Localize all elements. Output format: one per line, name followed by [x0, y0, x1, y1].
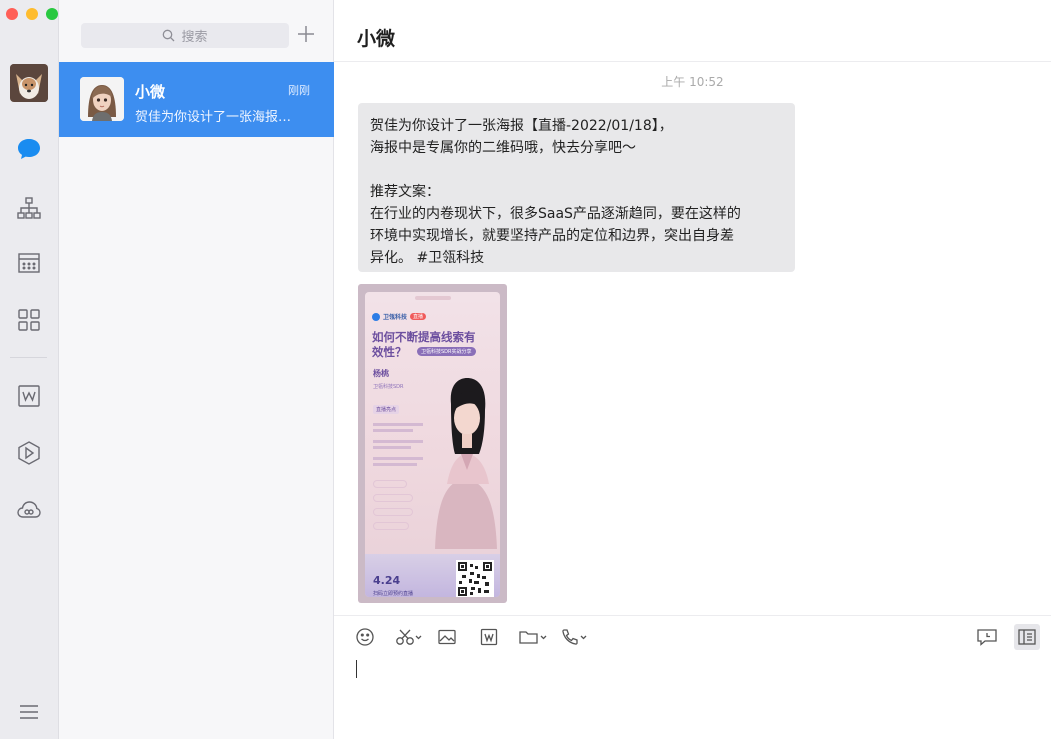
- side-panel-icon: [1018, 629, 1036, 645]
- rail-divider: [10, 357, 47, 358]
- phone-icon: [562, 629, 587, 645]
- message-line: 在行业的内卷现状下，很多SaaS产品逐渐趋同，要在这样的: [370, 206, 741, 222]
- apps-grid-icon[interactable]: [16, 307, 42, 333]
- message-timestamp: 上午 10:52: [661, 75, 724, 89]
- left-rail: [0, 0, 59, 739]
- message-line: 海报中是专属你的二维码哦，快去分享吧～: [370, 140, 636, 156]
- side-panel-button[interactable]: [1014, 624, 1040, 650]
- text-input-caret[interactable]: [356, 660, 357, 678]
- org-chart-icon[interactable]: [16, 195, 42, 221]
- poster-speaker-title: 卫瓴科技SDR: [373, 384, 404, 390]
- folder-icon: [519, 631, 547, 644]
- screenshot-button[interactable]: [395, 626, 423, 648]
- chat-title: 小微: [357, 28, 396, 50]
- brand-logo-icon: [372, 312, 380, 321]
- calendar-icon[interactable]: [16, 250, 42, 276]
- document-w-icon[interactable]: [16, 383, 42, 409]
- search-input[interactable]: 搜索: [81, 23, 289, 48]
- history-icon: [977, 629, 997, 646]
- contact-avatar: [80, 77, 124, 121]
- image-icon: [438, 629, 456, 645]
- message-line: 异化。 #卫瓴科技: [370, 250, 485, 266]
- poster-bullets: [373, 420, 423, 536]
- conversation-preview: 贺佳为你设计了一张海报…: [135, 110, 292, 125]
- poster-section: 直播亮点: [373, 405, 400, 414]
- chat-pane: 小微 上午 10:52 贺佳为你设计了一张海报【直播-2022/01/18】， …: [334, 0, 1051, 739]
- chat-history-button[interactable]: [976, 626, 998, 648]
- composer: [334, 615, 1051, 739]
- poster-subtitle: 卫瓴科技SDR实战分享: [417, 347, 476, 356]
- conversation-list: 搜索 小微 刚刚 贺佳为你设计了一张海报…: [59, 0, 334, 739]
- poster-headline-1: 如何不断提高线索有: [372, 330, 476, 344]
- emoji-icon: [356, 628, 374, 646]
- close-window-button[interactable]: [6, 8, 18, 20]
- conversation-item[interactable]: 小微 刚刚 贺佳为你设计了一张海报…: [59, 62, 334, 137]
- plus-icon: [298, 26, 314, 42]
- poster-date: 4.24: [373, 574, 401, 587]
- poster-image-message[interactable]: 卫瓴科技 直播 如何不断提高线索有 效性？ 卫瓴科技SDR实战分享 杨桃 卫瓴科…: [358, 284, 507, 603]
- poster-speaker: 杨桃: [373, 369, 389, 378]
- conversation-name: 小微: [135, 83, 166, 101]
- add-button[interactable]: [294, 22, 318, 48]
- document-w-icon: [480, 628, 498, 646]
- menu-icon[interactable]: [16, 699, 42, 725]
- chat-header: 小微: [334, 0, 1051, 62]
- user-avatar[interactable]: [10, 64, 48, 102]
- poster-brand-row: 卫瓴科技 直播: [372, 312, 427, 321]
- window-controls: [6, 8, 58, 20]
- poster-notch: [415, 296, 451, 300]
- folder-button[interactable]: [518, 626, 548, 648]
- zoom-window-button[interactable]: [46, 8, 58, 20]
- minimize-window-button[interactable]: [26, 8, 38, 20]
- speaker-photo: [435, 378, 497, 549]
- poster-headline-2: 效性？: [372, 345, 407, 359]
- poster-card: 卫瓴科技 直播 如何不断提高线索有 效性？ 卫瓴科技SDR实战分享 杨桃 卫瓴科…: [365, 292, 500, 597]
- hexagon-app-icon[interactable]: [16, 440, 42, 466]
- message-line: 贺佳为你设计了一张海报【直播-2022/01/18】，: [370, 118, 673, 134]
- call-button[interactable]: [560, 626, 588, 648]
- qr-code-icon: [456, 560, 494, 597]
- emoji-button[interactable]: [355, 626, 375, 648]
- conversation-time: 刚刚: [288, 84, 310, 97]
- image-button[interactable]: [437, 626, 457, 648]
- document-button[interactable]: [479, 626, 499, 648]
- message-line: 环境中实现增长，就要坚持产品的定位和边界，突出自身差: [370, 228, 734, 244]
- poster-brand: 卫瓴科技: [383, 314, 408, 321]
- message-bubble[interactable]: 贺佳为你设计了一张海报【直播-2022/01/18】， 海报中是专属你的二维码哦…: [358, 103, 795, 272]
- poster-tag: 直播: [410, 313, 427, 320]
- scissors-icon: [396, 629, 422, 645]
- search-placeholder: 搜索: [181, 30, 208, 45]
- cloud-drive-icon[interactable]: [16, 497, 42, 523]
- chat-bubble-icon[interactable]: [16, 136, 42, 162]
- search-icon: [162, 29, 175, 42]
- poster-footer: 扫码立即预约直播: [373, 591, 414, 597]
- message-line: [370, 159, 783, 181]
- message-line: 推荐文案：: [370, 184, 440, 200]
- app-window: 搜索 小微 刚刚 贺佳为你设计了一张海报… 小微 上午 10:52 贺佳为你设计…: [0, 0, 1051, 739]
